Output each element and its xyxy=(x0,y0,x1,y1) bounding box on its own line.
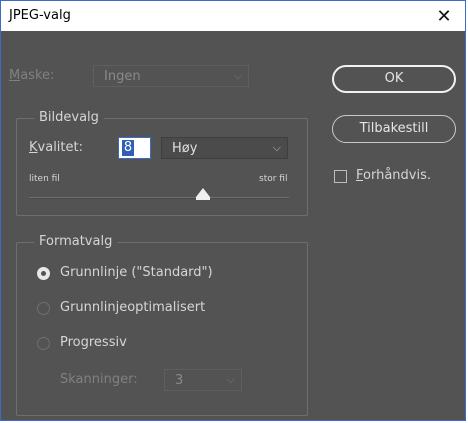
quality-value: 8 xyxy=(122,140,134,156)
format-option-label: Grunnlinje ("Standard") xyxy=(60,265,213,280)
dialog-body: Maske: Ingen ⌵ Bildevalg Kvalitet: 8 Høy… xyxy=(9,31,457,420)
mask-select[interactable]: Ingen ⌵ xyxy=(93,65,249,87)
format-options-group: Formatvalg Grunnlinje ("Standard") Grunn… xyxy=(16,234,308,416)
preview-checkbox[interactable] xyxy=(334,170,347,183)
radio-button[interactable] xyxy=(37,337,50,350)
window-title: JPEG-valg xyxy=(9,8,71,23)
scans-select[interactable]: 3 ⌵ xyxy=(164,369,242,391)
chevron-down-icon: ⌵ xyxy=(272,141,281,154)
format-option-label: Grunnlinjeoptimalisert xyxy=(60,300,206,315)
title-bar[interactable]: JPEG-valg ✕ xyxy=(1,1,465,31)
reset-button[interactable]: Tilbakestill xyxy=(332,115,456,143)
radio-button[interactable] xyxy=(37,302,50,315)
format-option-label: Progressiv xyxy=(60,335,127,350)
quality-preset-value: Høy xyxy=(172,141,198,156)
scans-label: Skanninger: xyxy=(60,372,138,387)
mask-value: Ingen xyxy=(104,69,141,84)
format-options-label: Formatvalg xyxy=(34,234,118,249)
slider-max-label: stor fil xyxy=(259,174,288,184)
chevron-down-icon: ⌵ xyxy=(226,373,235,386)
ok-button[interactable]: OK xyxy=(332,65,456,93)
scans-value: 3 xyxy=(175,373,184,388)
image-options-group: Bildevalg Kvalitet: 8 Høy ⌵ liten fil st… xyxy=(16,110,308,216)
mask-label: Maske: xyxy=(9,68,55,83)
close-icon[interactable]: ✕ xyxy=(423,1,465,31)
quality-label: Kvalitet: xyxy=(29,140,83,155)
chevron-down-icon: ⌵ xyxy=(233,69,242,82)
jpeg-options-dialog: JPEG-valg ✕ Maske: Ingen ⌵ Bildevalg Kva… xyxy=(0,0,466,421)
quality-slider-thumb[interactable] xyxy=(196,188,211,197)
quality-slider-track[interactable] xyxy=(29,197,289,199)
quality-slider-thumb-base xyxy=(196,197,211,200)
radio-button[interactable] xyxy=(37,267,50,280)
image-options-label: Bildevalg xyxy=(34,110,104,125)
preview-label: Forhåndvis. xyxy=(356,168,431,183)
slider-min-label: liten fil xyxy=(29,174,60,184)
quality-input[interactable]: 8 xyxy=(118,137,151,159)
quality-preset-select[interactable]: Høy ⌵ xyxy=(161,137,288,159)
